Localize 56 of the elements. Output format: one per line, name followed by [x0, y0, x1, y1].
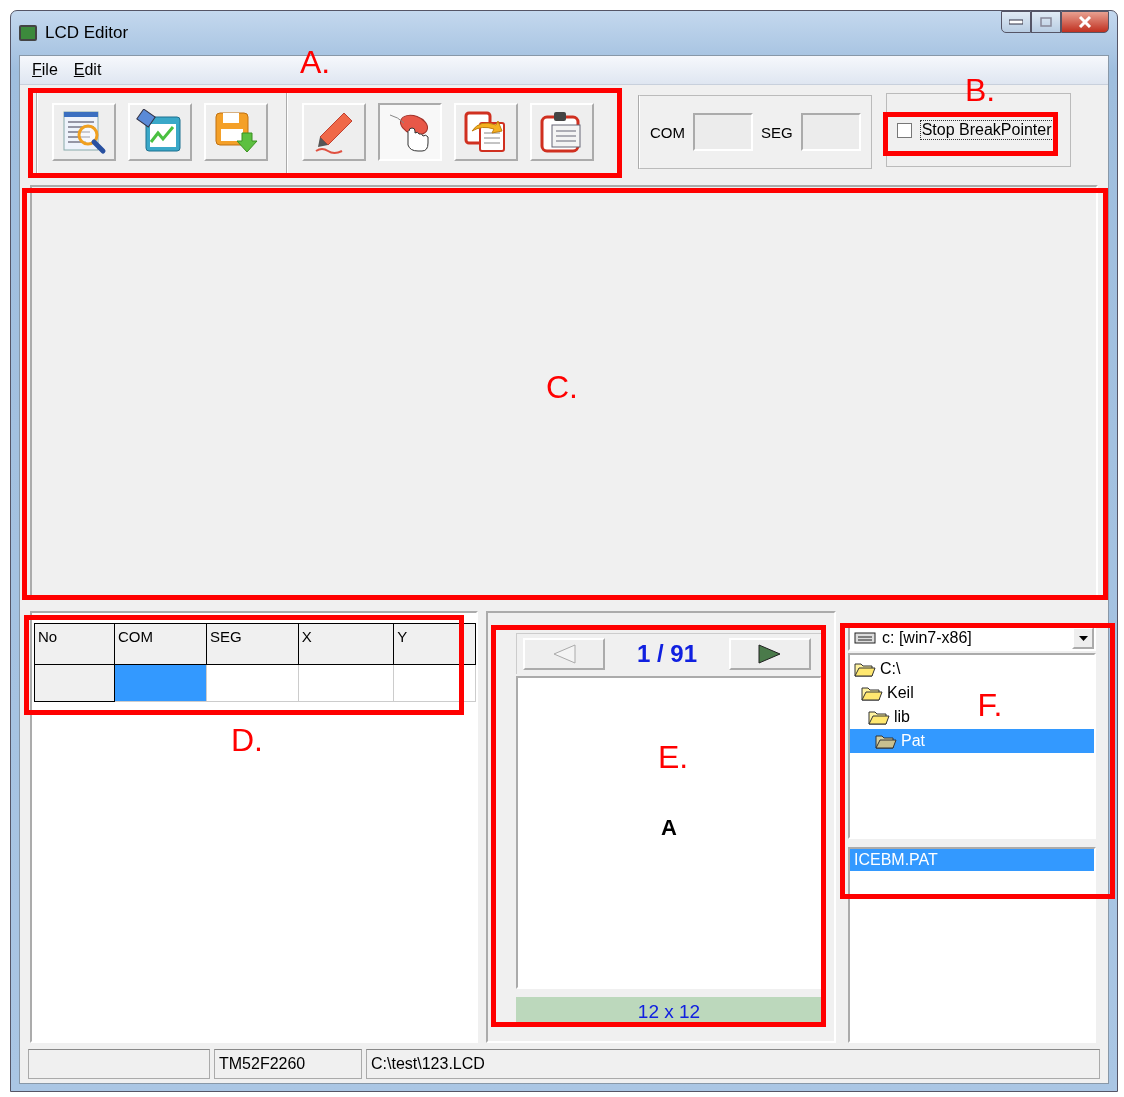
column-header[interactable]: No: [34, 623, 115, 665]
toolbar-button[interactable]: [52, 103, 116, 161]
seg-field[interactable]: [800, 113, 861, 151]
status-text: TM52F2260: [214, 1049, 362, 1079]
checkbox[interactable]: [896, 122, 912, 138]
folder-item[interactable]: Keil: [850, 681, 918, 705]
chart-window-icon: [136, 109, 184, 155]
annotation-label: D.: [231, 721, 263, 759]
toolbar-button[interactable]: [378, 103, 442, 161]
menu-item[interactable]: File: [26, 59, 64, 81]
folder-item[interactable]: C:\: [850, 657, 905, 681]
pattern-glyph: A: [661, 814, 677, 841]
column-header[interactable]: SEG: [206, 623, 299, 665]
com-label: COM: [650, 123, 685, 141]
column-header[interactable]: X: [298, 623, 394, 665]
left-triangle-icon: [551, 643, 577, 665]
seg-label: SEG: [761, 123, 793, 141]
row-header[interactable]: [34, 664, 115, 702]
magnifier-icon: [60, 109, 108, 155]
maximize-button[interactable]: [1031, 11, 1061, 33]
status-text: C:\test\123.LCD: [366, 1049, 1100, 1079]
folder-item[interactable]: lib: [850, 705, 914, 729]
page-counter: 1 / 91: [636, 640, 697, 668]
com-field[interactable]: [693, 113, 753, 151]
annotation-label: E.: [657, 738, 689, 776]
annotation-label: B.: [964, 71, 996, 109]
toolbar-button[interactable]: [454, 103, 518, 161]
minimize-icon: [1009, 19, 1023, 25]
annotation-label: F.: [977, 686, 1003, 724]
checkbox-label[interactable]: Stop BreakPointer: [919, 120, 1054, 140]
maximize-icon: [1040, 17, 1052, 27]
drive-icon: [854, 631, 876, 645]
table-cell[interactable]: [298, 664, 394, 702]
folder-icon: [868, 709, 890, 725]
annotation-label: C.: [546, 368, 578, 406]
folder-icon: [875, 733, 897, 749]
floppy-disk-icon: [212, 109, 260, 155]
column-header[interactable]: COM: [114, 623, 207, 665]
next-button[interactable]: [729, 638, 811, 670]
toolbar-button[interactable]: [530, 103, 594, 161]
table-cell[interactable]: [114, 664, 207, 702]
table-cell[interactable]: [206, 664, 299, 702]
close-button[interactable]: [1061, 11, 1109, 33]
annotation-label: A.: [299, 43, 331, 81]
menu-item[interactable]: Edit: [67, 59, 108, 81]
drive-label: c: [win7-x86]: [882, 629, 972, 647]
window-title: LCD Editor: [45, 23, 129, 43]
folder-icon: [861, 685, 883, 701]
right-triangle-icon: [757, 643, 783, 665]
minimize-button[interactable]: [1001, 11, 1031, 33]
toolbar-button[interactable]: [128, 103, 192, 161]
close-icon: [1078, 16, 1092, 28]
folder-icon: [854, 661, 876, 677]
toolbar-button[interactable]: [302, 103, 366, 161]
app-icon: [19, 25, 37, 41]
column-header[interactable]: Y: [393, 623, 476, 665]
